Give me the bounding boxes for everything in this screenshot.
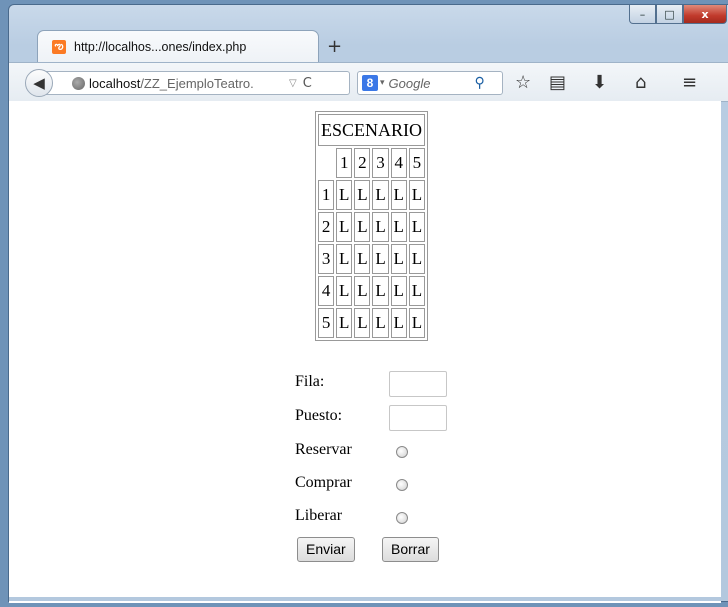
seat-cell: L — [408, 308, 426, 338]
seat-cell: L — [336, 180, 353, 210]
seat-cell: L — [354, 244, 371, 274]
seat-cell: L — [390, 212, 407, 242]
search-icon[interactable]: ⚲ — [475, 75, 485, 91]
seat-row: 2LLLLL — [318, 212, 426, 242]
seat-cell: L — [336, 308, 353, 338]
search-engine-dropdown-icon[interactable]: ▾ — [380, 78, 385, 88]
new-tab-button[interactable]: + — [327, 36, 342, 57]
seat-cell: L — [372, 308, 389, 338]
seat-cell: L — [390, 276, 407, 306]
reset-button[interactable]: Borrar — [382, 537, 439, 562]
back-button[interactable]: ◀ — [25, 69, 53, 97]
url-dropdown-icon[interactable]: ▽ — [289, 78, 297, 89]
reservar-radio[interactable] — [396, 446, 408, 458]
seat-cell: L — [372, 276, 389, 306]
menu-icon[interactable]: ≡ — [682, 72, 697, 93]
seat-cell: L — [354, 276, 371, 306]
fila-input[interactable] — [389, 371, 447, 397]
maximize-button[interactable]: □ — [656, 5, 683, 24]
minimize-button[interactable]: – — [629, 5, 656, 24]
seat-cell: L — [372, 244, 389, 274]
bookmarks-menu-icon[interactable]: ▤ — [549, 72, 566, 93]
seat-cell: L — [336, 212, 353, 242]
row-header-cell: 1 — [318, 180, 335, 210]
back-arrow-icon: ◀ — [33, 74, 45, 92]
seat-cell: L — [354, 212, 371, 242]
puesto-input[interactable] — [389, 405, 447, 431]
seat-cell: L — [372, 212, 389, 242]
seat-cell: L — [336, 244, 353, 274]
stage-title: ESCENARIO — [318, 114, 426, 146]
comprar-radio[interactable] — [396, 479, 408, 491]
seat-row: 5LLLLL — [318, 308, 426, 338]
submit-button[interactable]: Enviar — [297, 537, 355, 562]
seat-cell: L — [390, 244, 407, 274]
column-header-row: 12345 — [318, 148, 426, 178]
seat-table: ESCENARIO 12345 1LLLLL2LLLLL3LLLLL4LLLLL… — [315, 111, 429, 341]
liberar-label: Liberar — [295, 507, 343, 524]
downloads-icon[interactable]: ⬇ — [592, 72, 607, 93]
xampp-favicon-icon: ఌ — [52, 40, 66, 54]
seat-row: 3LLLLL — [318, 244, 426, 274]
seat-cell: L — [372, 180, 389, 210]
seat-cell: L — [336, 276, 353, 306]
search-bar[interactable]: 8 ▾ Google ⚲ — [357, 71, 503, 95]
url-text[interactable]: localhost/ZZ_EjemploTeatro. — [89, 76, 285, 91]
reservar-label: Reservar — [295, 441, 352, 458]
close-button[interactable]: x — [683, 5, 727, 24]
search-input[interactable]: Google — [389, 76, 469, 91]
row-header-cell: 3 — [318, 244, 335, 274]
reload-icon[interactable]: C — [303, 76, 312, 91]
row-header-cell: 2 — [318, 212, 335, 242]
seat-cell: L — [408, 244, 426, 274]
seat-cell: L — [408, 276, 426, 306]
comprar-label: Comprar — [295, 474, 352, 491]
google-icon[interactable]: 8 — [362, 75, 378, 91]
seat-cell: L — [390, 308, 407, 338]
globe-icon — [72, 76, 85, 90]
address-bar[interactable]: localhost/ZZ_EjemploTeatro. ▽ C — [45, 71, 350, 95]
column-header-cell: 5 — [408, 148, 426, 178]
column-header-cell: 3 — [372, 148, 389, 178]
window-controls: – □ x — [629, 5, 727, 24]
seat-cell: L — [390, 180, 407, 210]
row-header-cell: 5 — [318, 308, 335, 338]
column-header-cell: 4 — [390, 148, 407, 178]
seat-cell: L — [408, 180, 426, 210]
liberar-radio[interactable] — [396, 512, 408, 524]
puesto-label: Puesto: — [295, 407, 343, 424]
seat-cell: L — [354, 180, 371, 210]
seat-row: 4LLLLL — [318, 276, 426, 306]
url-host: localhost — [89, 75, 141, 91]
browser-tab[interactable]: ఌ http://localhos...ones/index.php — [37, 30, 319, 63]
window-bottom-border — [9, 597, 728, 601]
fila-label: Fila: — [295, 373, 325, 390]
page-content: ESCENARIO 12345 1LLLLL2LLLLL3LLLLL4LLLLL… — [9, 101, 721, 603]
url-path: /ZZ_EjemploTeatro. — [140, 75, 254, 91]
column-header-cell: 1 — [336, 148, 353, 178]
home-icon[interactable]: ⌂ — [635, 72, 646, 93]
column-header-cell: 2 — [354, 148, 371, 178]
tab-title: http://localhos...ones/index.php — [74, 40, 247, 54]
corner-cell — [318, 148, 334, 178]
seat-cell: L — [354, 308, 371, 338]
browser-window: – □ x ఌ http://localhos...ones/index.php… — [8, 4, 728, 603]
bookmark-star-icon[interactable]: ☆ — [515, 72, 531, 93]
navigation-bar: localhost/ZZ_EjemploTeatro. ▽ C ◀ 8 ▾ Go… — [9, 62, 728, 102]
seat-cell: L — [408, 212, 426, 242]
seat-row: 1LLLLL — [318, 180, 426, 210]
row-header-cell: 4 — [318, 276, 335, 306]
